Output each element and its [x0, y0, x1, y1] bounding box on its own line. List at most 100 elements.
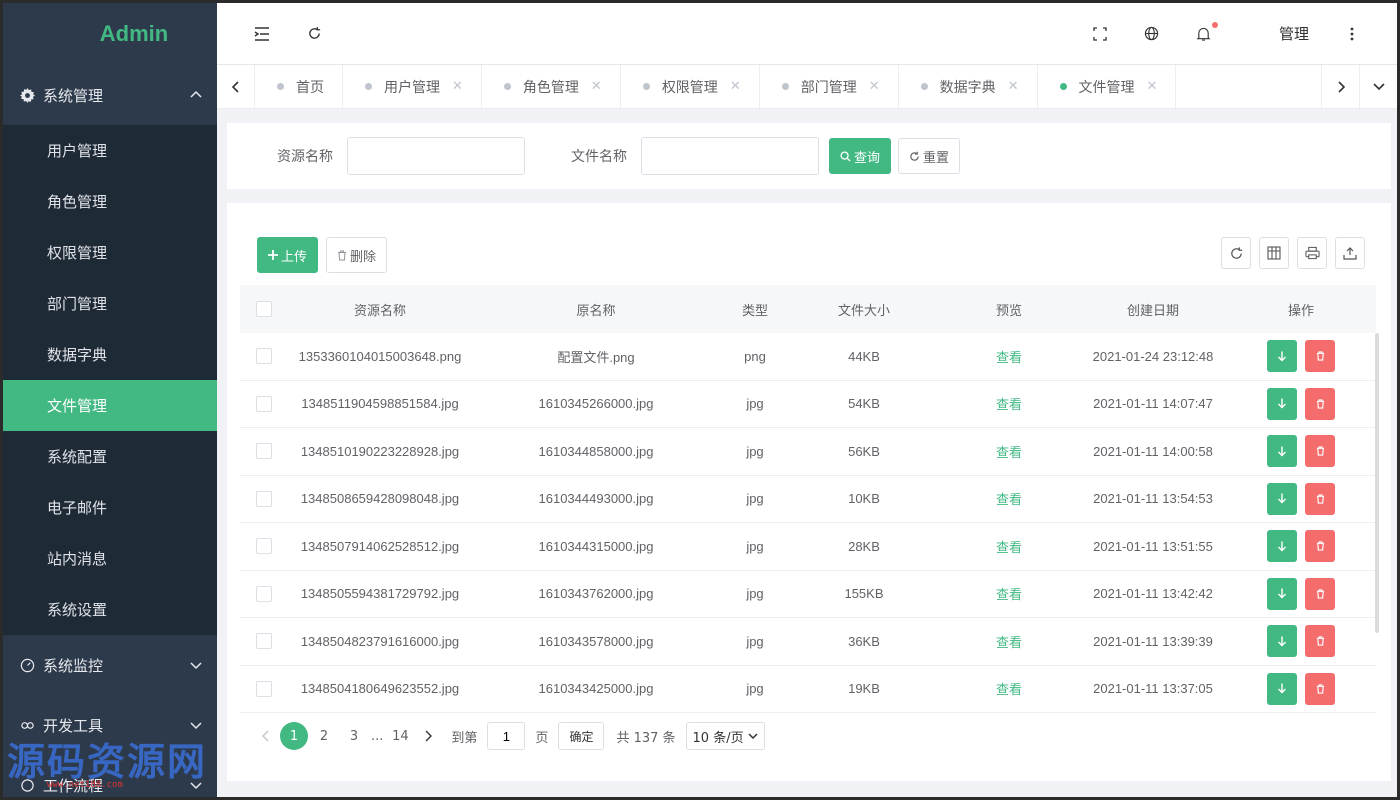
download-button[interactable]: [1267, 530, 1297, 563]
row-checkbox[interactable]: [256, 633, 272, 650]
select-all-checkbox[interactable]: [256, 301, 272, 317]
tab-roles[interactable]: 角色管理 ✕: [482, 65, 621, 108]
sidebar-item-departments[interactable]: 部门管理: [3, 278, 217, 329]
table-refresh-button[interactable]: [1221, 237, 1251, 269]
table-row[interactable]: 1348505594381729792.jpg 1610343762000.jp…: [240, 571, 1376, 618]
delete-row-button[interactable]: [1305, 387, 1335, 420]
resource-name-cell: 1348505594381729792.jpg: [300, 586, 460, 602]
sidebar-item-dictionary[interactable]: 数据字典: [3, 329, 217, 380]
bell-icon[interactable]: [1195, 21, 1218, 43]
preview-link[interactable]: 查看: [996, 492, 1022, 507]
delete-row-button[interactable]: [1305, 340, 1335, 373]
refresh-icon[interactable]: [305, 25, 323, 43]
sidebar-item-users[interactable]: 用户管理: [3, 125, 217, 176]
table-row[interactable]: 1348507914062528512.jpg 1610344315000.jp…: [240, 523, 1376, 571]
sidebar-item-email[interactable]: 电子邮件: [3, 482, 217, 533]
delete-row-button[interactable]: [1305, 672, 1335, 705]
export-button[interactable]: [1335, 237, 1365, 269]
preview-link[interactable]: 查看: [996, 635, 1022, 650]
table-row[interactable]: 1348508659428098048.jpg 1610344493000.jp…: [240, 476, 1376, 523]
table-row[interactable]: 1353360104015003648.png 配置文件.png png 44K…: [240, 333, 1376, 381]
delete-row-button[interactable]: [1305, 625, 1335, 658]
preview-link[interactable]: 查看: [996, 350, 1022, 365]
tab-files[interactable]: 文件管理 ✕: [1038, 65, 1177, 108]
prev-page-button[interactable]: [253, 730, 279, 742]
delete-row-button[interactable]: [1305, 482, 1335, 515]
page-2[interactable]: 2: [310, 722, 338, 750]
page-last[interactable]: 14: [386, 722, 414, 750]
table-row[interactable]: 1348511904598851584.jpg 1610345266000.jp…: [240, 381, 1376, 428]
row-checkbox[interactable]: [256, 348, 272, 365]
close-icon[interactable]: ✕: [591, 79, 602, 94]
page-ellipsis[interactable]: ...: [369, 729, 385, 744]
close-icon[interactable]: ✕: [1147, 79, 1158, 94]
reset-button[interactable]: 重置: [898, 138, 961, 174]
close-icon[interactable]: ✕: [1008, 79, 1019, 94]
sidebar-item-config[interactable]: 系统配置: [3, 431, 217, 482]
tab-dictionary[interactable]: 数据字典 ✕: [899, 65, 1038, 108]
download-button[interactable]: [1267, 387, 1297, 420]
column-settings-button[interactable]: [1259, 237, 1289, 269]
tab-menu-button[interactable]: [1359, 65, 1397, 108]
tab-permissions[interactable]: 权限管理 ✕: [621, 65, 760, 108]
delete-row-button[interactable]: [1305, 435, 1335, 468]
page-3[interactable]: 3: [340, 722, 368, 750]
table-scrollbar[interactable]: [1375, 333, 1379, 633]
tab-users[interactable]: 用户管理 ✕: [343, 65, 482, 108]
preview-link[interactable]: 查看: [996, 445, 1022, 460]
delete-row-button[interactable]: [1305, 577, 1335, 610]
download-button[interactable]: [1267, 435, 1297, 468]
goto-confirm-button[interactable]: 确定: [558, 722, 605, 750]
goto-page-input[interactable]: [487, 722, 526, 750]
sidebar-item-files[interactable]: 文件管理: [3, 380, 217, 431]
close-icon[interactable]: ✕: [869, 79, 880, 94]
file-name-input[interactable]: [641, 137, 819, 175]
tab-departments[interactable]: 部门管理 ✕: [760, 65, 899, 108]
tab-dot: [781, 83, 789, 90]
sidebar-item-messages[interactable]: 站内消息: [3, 533, 217, 584]
download-button[interactable]: [1267, 482, 1297, 515]
delete-button[interactable]: 删除: [326, 237, 388, 273]
download-button[interactable]: [1267, 672, 1297, 705]
preview-link[interactable]: 查看: [996, 540, 1022, 555]
resource-name-input[interactable]: [347, 137, 525, 175]
row-checkbox[interactable]: [256, 680, 272, 697]
notification-dot: [1211, 21, 1218, 28]
page-size-select[interactable]: 10 条/页: [685, 722, 765, 750]
menu-fold-icon[interactable]: [253, 25, 271, 43]
sidebar-group-system-management[interactable]: 系统管理: [3, 65, 217, 125]
close-icon[interactable]: ✕: [452, 79, 463, 94]
sidebar-group-monitoring[interactable]: 系统监控: [3, 635, 217, 695]
more-vertical-icon[interactable]: [1343, 25, 1361, 43]
download-button[interactable]: [1267, 625, 1297, 658]
page-1[interactable]: 1: [280, 722, 308, 750]
next-page-button[interactable]: [415, 730, 441, 742]
preview-link[interactable]: 查看: [996, 587, 1022, 602]
delete-row-button[interactable]: [1305, 530, 1335, 563]
download-button[interactable]: [1267, 577, 1297, 610]
table-row[interactable]: 1348504823791616000.jpg 1610343578000.jp…: [240, 618, 1376, 666]
preview-link[interactable]: 查看: [996, 682, 1022, 697]
table-row[interactable]: 1348510190223228928.jpg 1610344858000.jp…: [240, 428, 1376, 476]
tab-home[interactable]: 首页: [255, 65, 343, 108]
table-row[interactable]: 1348504180649623552.jpg 1610343425000.jp…: [240, 666, 1376, 713]
upload-button[interactable]: 上传: [257, 237, 319, 273]
row-checkbox[interactable]: [256, 395, 272, 412]
sidebar-item-roles[interactable]: 角色管理: [3, 176, 217, 227]
globe-icon[interactable]: [1143, 25, 1161, 43]
tab-scroll-left-button[interactable]: [217, 65, 255, 108]
user-menu[interactable]: 管理: [1279, 23, 1309, 44]
sidebar-item-permissions[interactable]: 权限管理: [3, 227, 217, 278]
fullscreen-icon[interactable]: [1091, 25, 1109, 43]
tab-scroll-right-button[interactable]: [1321, 65, 1359, 108]
row-checkbox[interactable]: [256, 443, 272, 460]
row-checkbox[interactable]: [256, 585, 272, 602]
sidebar-item-settings[interactable]: 系统设置: [3, 584, 217, 635]
print-button[interactable]: [1297, 237, 1327, 269]
row-checkbox[interactable]: [256, 490, 272, 507]
download-button[interactable]: [1267, 340, 1297, 373]
row-checkbox[interactable]: [256, 538, 272, 555]
close-icon[interactable]: ✕: [730, 79, 741, 94]
query-button[interactable]: 查询: [829, 138, 892, 174]
preview-link[interactable]: 查看: [996, 397, 1022, 412]
